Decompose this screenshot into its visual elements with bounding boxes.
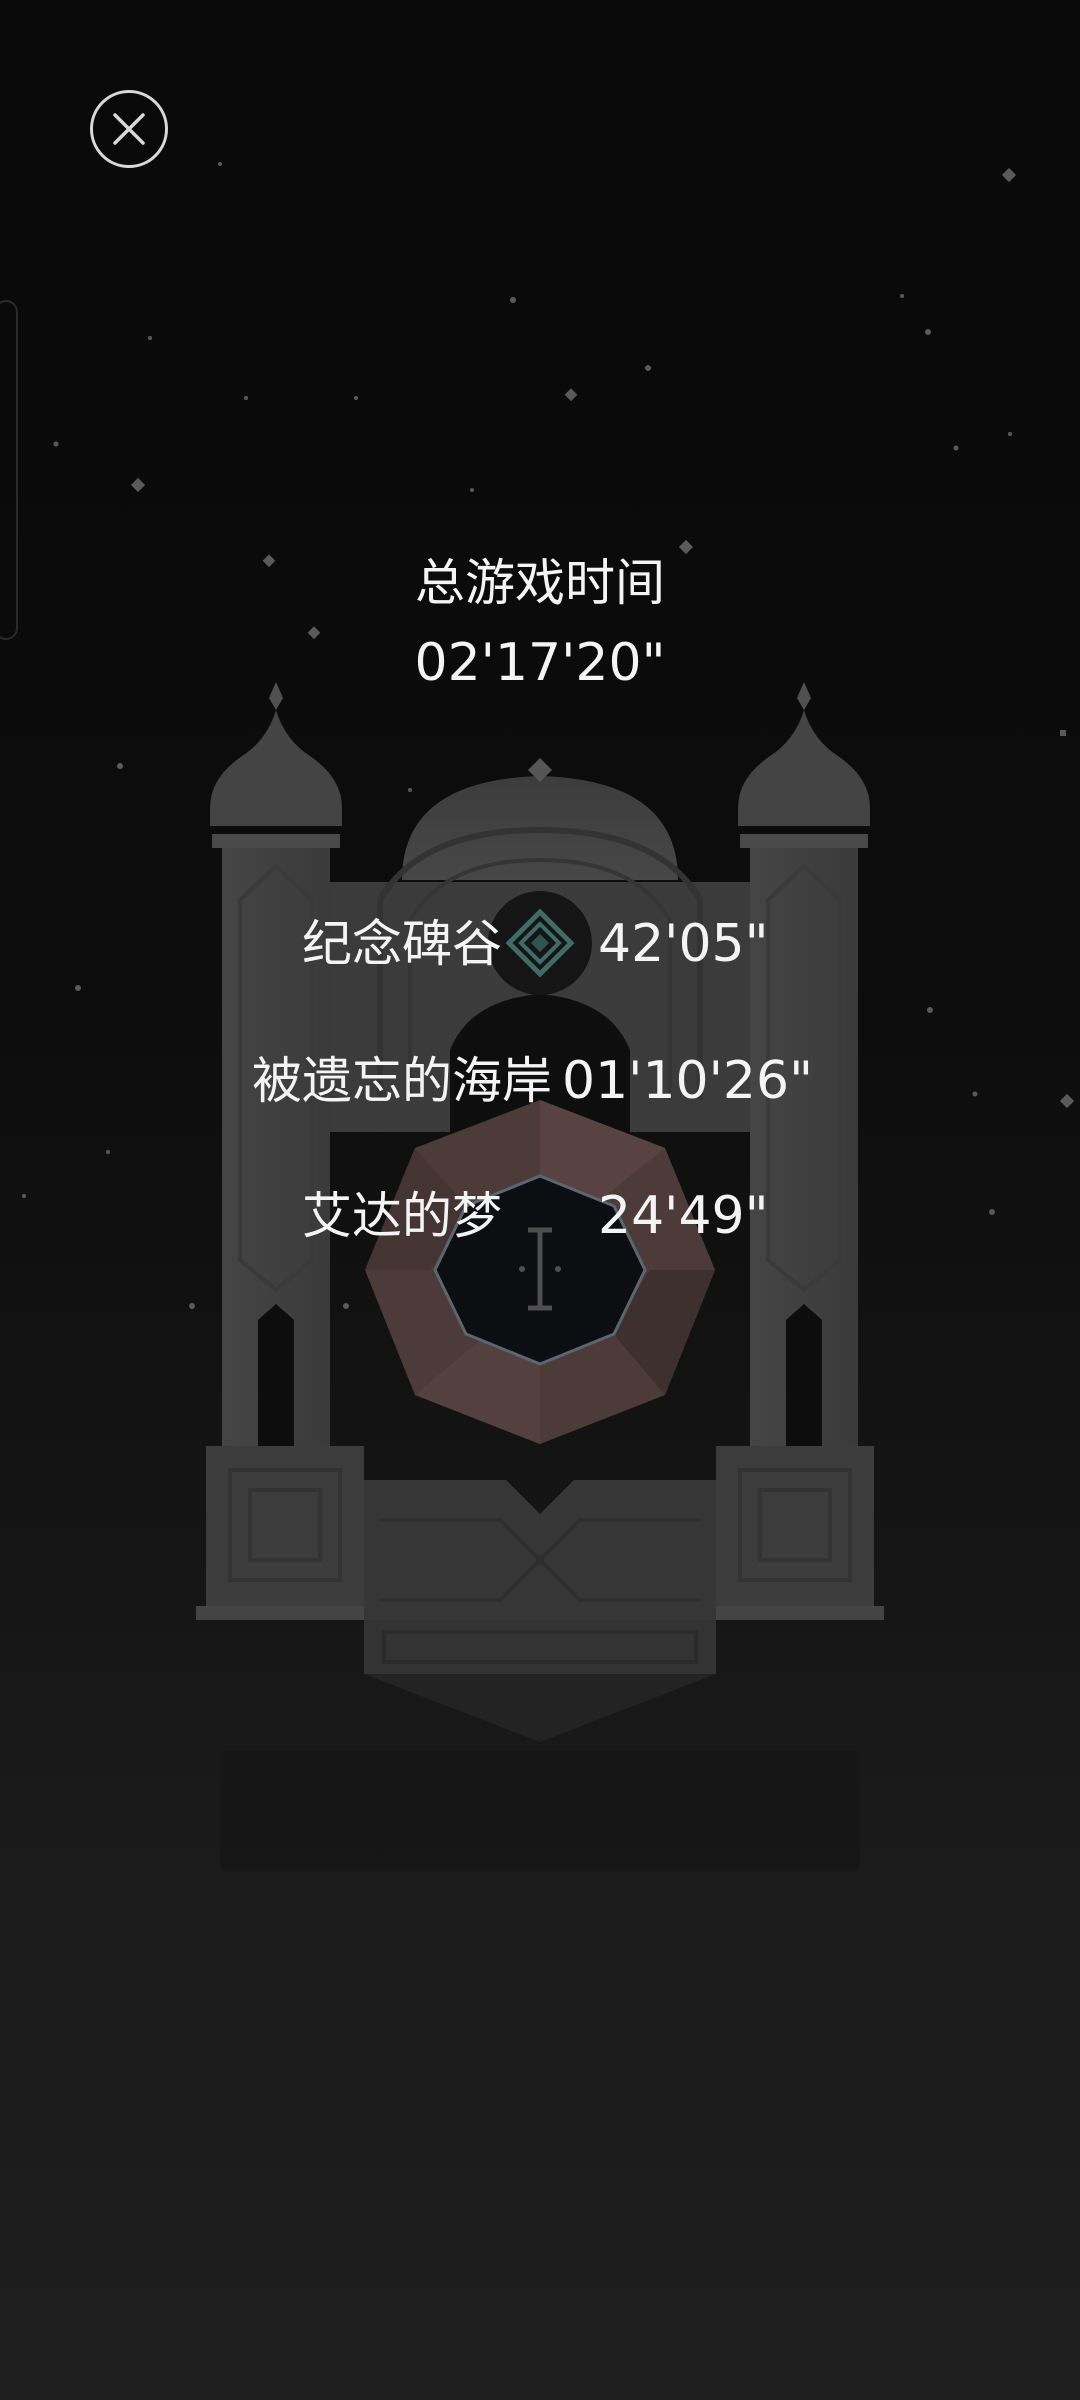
close-icon [113,113,145,145]
close-button[interactable] [90,90,168,168]
game-screen: 总游戏时间 02'17'20" 纪念碑谷 42'05" 被遗忘的海岸 01'10… [0,0,1080,2400]
chapter-label: 被遗忘的海岸 [252,1052,552,1110]
monument-base [196,1446,884,1742]
total-playtime-value: 02'17'20" [414,633,666,693]
total-playtime-title: 总游戏时间 [415,554,665,612]
chapter-label: 纪念碑谷 [302,915,502,973]
chapter-time: 42'05" [598,914,769,974]
chapter-time: 24'49" [598,1186,769,1246]
gem-ornament [365,1100,715,1444]
chapter-time: 01'10'26" [562,1051,814,1111]
chapter-label: 艾达的梦 [302,1187,502,1245]
monument-scene [22,162,1075,1870]
